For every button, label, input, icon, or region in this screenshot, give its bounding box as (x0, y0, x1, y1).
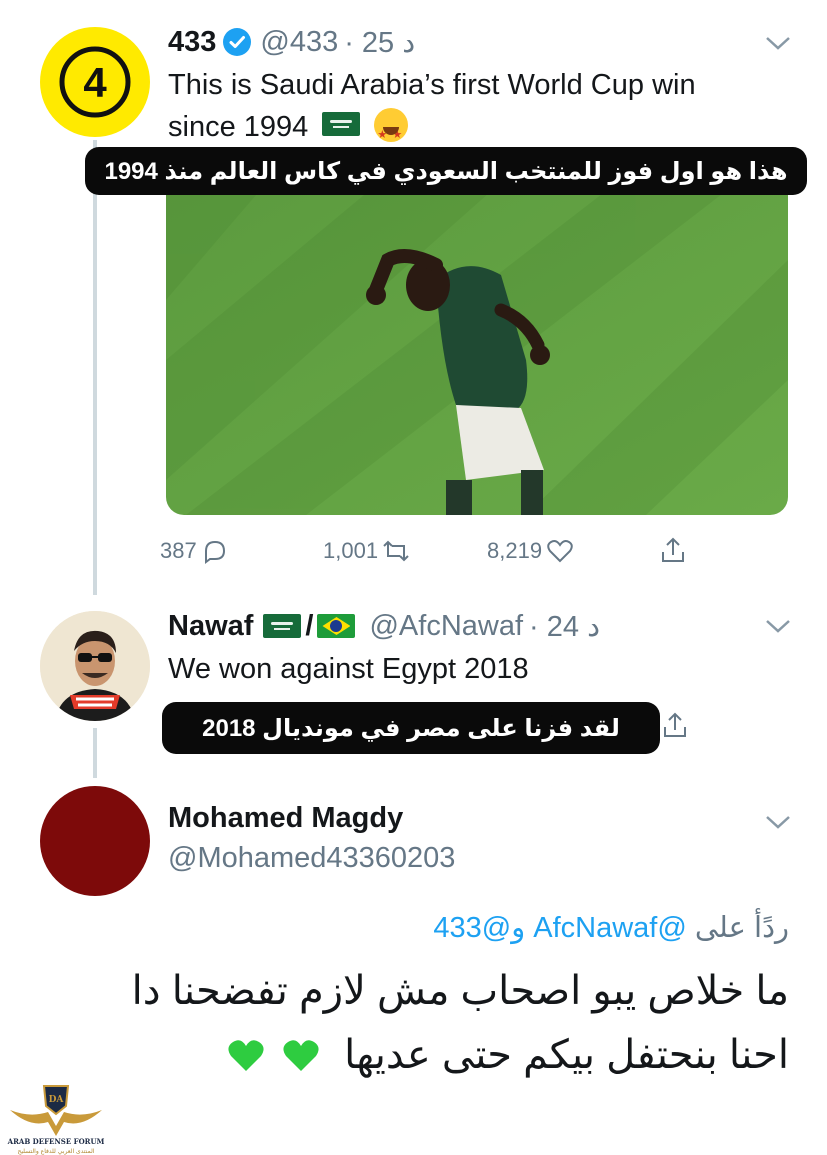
retweet-count: 1,001 (323, 538, 379, 563)
tweet-text-line2: احنا بنحتفل بيكم حتى عديها (344, 1033, 789, 1077)
replying-to-label: ردًأ على (694, 912, 789, 944)
reply-count: 387 (160, 538, 197, 563)
share-icon[interactable] (660, 710, 690, 740)
retweet-icon (383, 540, 409, 562)
tweet-subheader: @Mohamed43360203 (168, 838, 455, 878)
translation-caption: هذا هو اول فوز للمنتخب السعودي في كاس ال… (85, 147, 807, 195)
like-count: 8,219 (487, 538, 543, 563)
replying-to: ردًأ على @AfcNawaf و@433 (433, 910, 789, 945)
reply-action[interactable]: 387 (160, 534, 229, 568)
tweet-photo[interactable] (166, 160, 788, 515)
tweet-time: · 24 د (529, 610, 600, 643)
tweet-text-line: since 1994 (168, 106, 696, 156)
tweet-header: Mohamed Magdy (168, 798, 403, 838)
share-icon[interactable] (658, 535, 688, 565)
author-name[interactable]: Mohamed Magdy (168, 802, 403, 835)
thread-connector (93, 728, 97, 778)
avatar-nawaf[interactable] (40, 611, 150, 721)
thread-connector (93, 140, 97, 595)
brazil-flag-icon (317, 614, 356, 638)
avatar-433[interactable]: 4 (40, 27, 150, 137)
watermark-subtitle: المنتدى العربي للدفاع والتسليح (18, 1148, 95, 1155)
like-action[interactable]: 8,219 (487, 534, 574, 568)
tweet-text-line: ما خلاص يبو اصحاب مش لازم تفضحنا دا (131, 969, 789, 1013)
chevron-down-icon[interactable] (765, 35, 791, 51)
tweet-text: This is Saudi Arabia’s first World Cup w… (168, 64, 696, 156)
tweet-header: Nawaf / @AfcNawaf · 24 د (168, 606, 600, 646)
saudi-flag-icon (322, 112, 361, 136)
chevron-down-icon[interactable] (765, 618, 791, 634)
tweet-header: 433 @433 · 25 د (168, 22, 415, 62)
chevron-down-icon[interactable] (765, 814, 791, 830)
avatar-433-label: 4 (83, 59, 107, 106)
author-name[interactable]: 433 (168, 26, 216, 59)
replying-to-mentions[interactable]: @AfcNawaf و@433 (433, 912, 686, 944)
green-heart-icon (226, 1036, 266, 1076)
watermark-title: ARAB DEFENSE FORUM (7, 1137, 105, 1146)
retweet-action[interactable]: 1,001 (323, 534, 410, 568)
author-handle[interactable]: @433 (260, 26, 338, 59)
star-struck-emoji-icon (374, 108, 409, 156)
verified-badge-icon (222, 27, 252, 57)
tweet-text: We won against Egypt 2018 (168, 653, 529, 685)
green-heart-icon (281, 1036, 321, 1076)
tweet-text-line: This is Saudi Arabia’s first World Cup w… (168, 69, 696, 101)
tweet-time: · 25 د (344, 26, 416, 59)
reply-icon (204, 540, 225, 564)
author-name[interactable]: Nawaf (168, 610, 253, 643)
svg-text:DA: DA (49, 1095, 65, 1105)
avatar-mohamed-magdy[interactable] (40, 786, 150, 896)
tweet-text-line: احنا بنحتفل بيكم حتى عديها (222, 1032, 789, 1078)
name-separator: / (305, 609, 314, 642)
like-icon (547, 540, 573, 563)
author-handle[interactable]: @Mohamed43360203 (168, 842, 455, 875)
tweet-text-line2: since 1994 (168, 111, 309, 143)
author-handle[interactable]: @AfcNawaf (369, 610, 523, 643)
translation-caption: لقد فزنا على مصر في مونديال 2018 (162, 702, 660, 754)
saudi-flag-icon (263, 614, 302, 638)
forum-watermark-logo: DA ARAB DEFENSE FORUM المنتدى العربي للد… (0, 1078, 112, 1155)
